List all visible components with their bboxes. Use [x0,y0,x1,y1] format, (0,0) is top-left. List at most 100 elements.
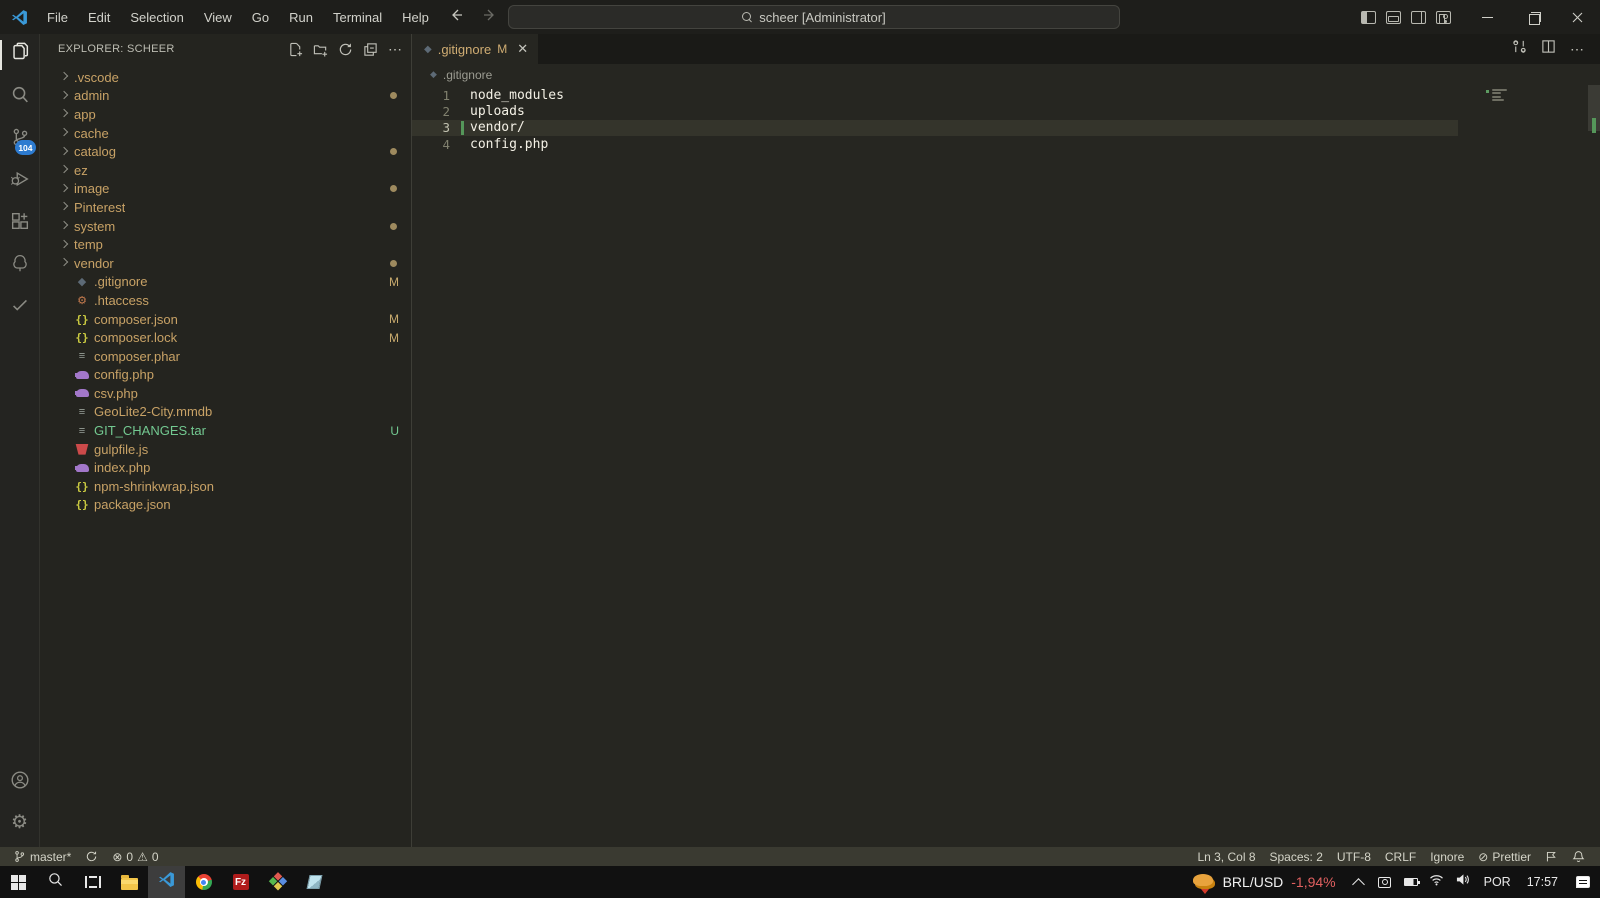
volume-button[interactable] [1450,873,1476,891]
menu-help[interactable]: Help [393,6,438,29]
eol-indicator[interactable]: CRLF [1378,850,1423,864]
taskbar-clock[interactable]: 17:57 [1519,875,1566,889]
currency-ticker[interactable]: BRL/USD -1,94% [1183,873,1346,891]
encoding-indicator[interactable]: UTF-8 [1330,850,1378,864]
folder-admin[interactable]: admin [40,87,411,106]
file-.gitignore[interactable]: ◆.gitignoreM [40,273,411,292]
code-area[interactable]: 1node_modules2uploads3vendor/4config.php [412,85,1600,152]
activity-run-debug[interactable] [0,160,40,202]
notifications-button[interactable] [1565,850,1592,863]
menu-run[interactable]: Run [280,6,322,29]
gear-icon: ⚙ [74,294,90,307]
folder-image[interactable]: image [40,180,411,199]
filezilla-button[interactable]: Fz [222,866,259,898]
new-file-icon[interactable] [288,42,303,57]
file-composer.json[interactable]: {}composer.jsonM [40,310,411,329]
restore-button[interactable] [1510,0,1555,34]
feedback-button[interactable] [1538,850,1565,863]
vscode-taskbar-button[interactable] [148,866,185,898]
menu-view[interactable]: View [195,6,241,29]
folder-catalog[interactable]: catalog [40,142,411,161]
open-changes-icon[interactable] [1512,39,1527,59]
scrollbar[interactable] [1588,85,1600,868]
branch-indicator[interactable]: master* [6,850,78,864]
folder-Pinterest[interactable]: Pinterest [40,198,411,217]
chrome-button[interactable] [185,866,222,898]
indentation-indicator[interactable]: Spaces: 2 [1263,850,1330,864]
collapse-all-icon[interactable] [363,42,378,57]
minimap[interactable] [1458,87,1588,207]
folder-.vscode[interactable]: .vscode [40,68,411,87]
refresh-icon[interactable] [338,42,353,57]
menu-go[interactable]: Go [243,6,278,29]
file-GeoLite2-City.mmdb[interactable]: ≡GeoLite2-City.mmdb [40,403,411,422]
hidden-icons-button[interactable] [1346,876,1372,889]
action-center-button[interactable] [1566,876,1600,888]
file-npm-shrinkwrap.json[interactable]: {}npm-shrinkwrap.json [40,477,411,496]
activity-extensions[interactable] [0,202,40,244]
problems-indicator[interactable]: ⊗ 0 ⚠ 0 [105,850,165,864]
toggle-secondary-sidebar-icon[interactable] [1411,11,1426,24]
file-explorer-button[interactable] [111,866,148,898]
file-csv.php[interactable]: csv.php [40,384,411,403]
winmerge-button[interactable] [259,866,296,898]
activity-source-control[interactable]: 104 [0,118,40,160]
folder-app[interactable]: app [40,105,411,124]
folder-cache[interactable]: cache [40,124,411,143]
file-.htaccess[interactable]: ⚙.htaccess [40,291,411,310]
menu-terminal[interactable]: Terminal [324,6,391,29]
folder-temp[interactable]: temp [40,235,411,254]
code-line-2[interactable]: 2uploads [412,103,1458,119]
nav-back-icon[interactable] [448,7,464,28]
activity-search[interactable] [0,76,40,118]
battery-button[interactable] [1398,878,1424,886]
close-button[interactable] [1555,0,1600,34]
wifi-button[interactable] [1424,873,1450,891]
window-title-search[interactable]: scheer [Administrator] [508,5,1120,29]
taskbar-search-button[interactable] [37,866,74,898]
task-view-button[interactable] [74,866,111,898]
menu-file[interactable]: File [38,6,77,29]
language-mode-indicator[interactable]: Ignore [1423,850,1471,864]
json-braces-icon: {} [74,498,90,511]
toggle-panel-icon[interactable] [1386,11,1401,24]
activity-checklist-extension[interactable] [0,286,40,328]
notepad-button[interactable] [296,866,333,898]
file-composer.phar[interactable]: ≡composer.phar [40,347,411,366]
code-line-4[interactable]: 4config.php [412,136,1458,152]
tab-gitignore[interactable]: ◆ .gitignore M ✕ [412,34,538,64]
activity-tree-extension[interactable] [0,244,40,286]
folder-system[interactable]: system [40,217,411,236]
code-line-3[interactable]: 3vendor/ [412,120,1458,136]
file-composer.lock[interactable]: {}composer.lockM [40,328,411,347]
formatter-indicator[interactable]: ⊘ Prettier [1471,850,1538,864]
file-package.json[interactable]: {}package.json [40,496,411,515]
folder-vendor[interactable]: vendor [40,254,411,273]
file-gulpfile.js[interactable]: gulpfile.js [40,440,411,459]
menu-edit[interactable]: Edit [79,6,119,29]
file-GIT_CHANGES.tar[interactable]: ≡GIT_CHANGES.tarU [40,421,411,440]
activity-explorer[interactable] [0,34,40,76]
start-button[interactable] [0,866,37,898]
toggle-sidebar-icon[interactable] [1361,11,1376,24]
new-folder-icon[interactable] [313,42,328,57]
cursor-position[interactable]: Ln 3, Col 8 [1190,850,1262,864]
split-editor-icon[interactable] [1541,39,1556,59]
more-actions-icon[interactable]: ⋯ [388,41,403,58]
file-index.php[interactable]: index.php [40,458,411,477]
tab-close-icon[interactable]: ✕ [517,41,528,57]
sync-button[interactable] [78,850,105,863]
settings-gear-icon[interactable]: ⚙ [0,801,40,843]
editor-more-actions-icon[interactable]: ⋯ [1570,41,1584,58]
account-icon[interactable] [0,759,40,801]
customize-layout-icon[interactable] [1436,11,1451,24]
minimize-button[interactable] [1465,0,1510,34]
tray-device-button[interactable] [1372,877,1398,888]
file-config.php[interactable]: config.php [40,366,411,385]
code-line-1[interactable]: 1node_modules [412,87,1458,103]
folder-ez[interactable]: ez [40,161,411,180]
menu-selection[interactable]: Selection [121,6,192,29]
language-indicator[interactable]: POR [1476,875,1519,889]
nav-forward-icon[interactable] [482,7,498,28]
breadcrumb[interactable]: ◆ .gitignore [412,64,1600,85]
